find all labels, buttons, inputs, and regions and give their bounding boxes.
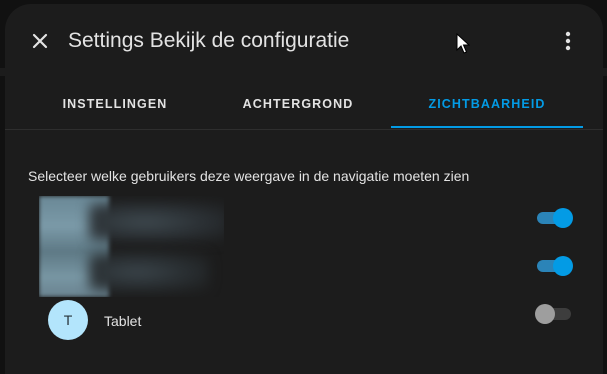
settings-dialog: Settings Bekijk de configuratie INSTELLI… <box>5 4 603 374</box>
tab-instellingen[interactable]: INSTELLINGEN <box>25 78 205 129</box>
mouse-cursor-icon <box>456 33 470 54</box>
tab-bar: INSTELLINGEN ACHTERGROND ZICHTBAARHEID <box>5 78 603 130</box>
toggle-thumb <box>553 256 573 276</box>
visibility-description: Selecteer welke gebruikers deze weergave… <box>28 168 470 184</box>
more-vertical-icon <box>565 31 571 51</box>
toggle-thumb <box>553 208 573 228</box>
avatar: T <box>48 300 88 340</box>
visibility-toggle-user-1[interactable] <box>535 207 573 229</box>
dialog-header: Settings Bekijk de configuratie <box>5 4 603 78</box>
active-tab-indicator <box>391 126 583 128</box>
user-row <box>5 294 603 342</box>
more-options-button[interactable] <box>553 26 583 56</box>
visibility-toggle-user-2[interactable] <box>535 255 573 277</box>
toggle-thumb <box>535 304 555 324</box>
user-name-tablet: Tablet <box>104 313 142 329</box>
tab-achtergrond[interactable]: ACHTERGROND <box>205 78 391 129</box>
visibility-toggle-tablet[interactable] <box>535 303 573 325</box>
dialog-title: Settings Bekijk de configuratie <box>68 29 350 52</box>
close-icon <box>32 33 48 49</box>
user-row <box>5 244 603 292</box>
user-row <box>5 194 603 242</box>
tab-zichtbaarheid[interactable]: ZICHTBAARHEID <box>391 78 583 129</box>
close-button[interactable] <box>25 26 55 56</box>
